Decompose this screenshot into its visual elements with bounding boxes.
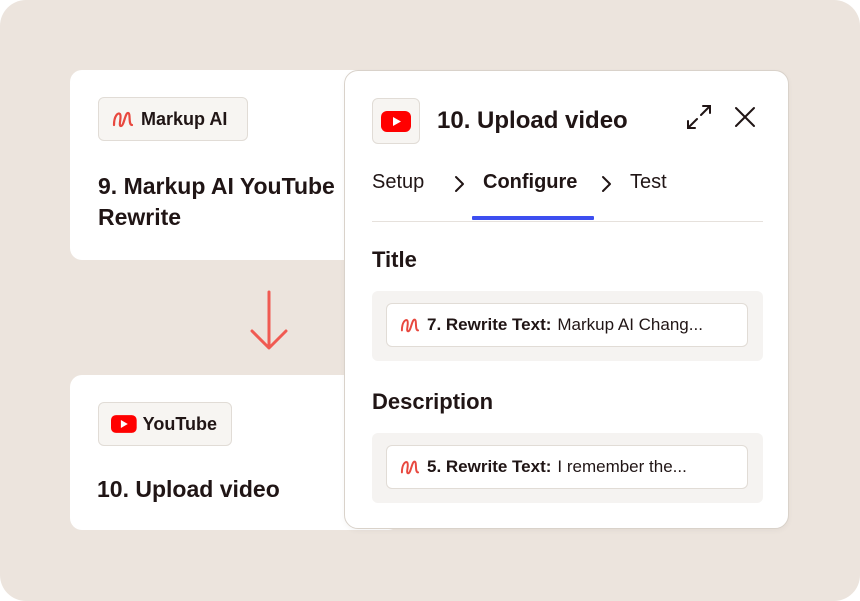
chevron-right-icon	[602, 176, 611, 192]
tab-setup[interactable]: Setup	[372, 171, 424, 194]
mapped-value-pill[interactable]: 7. Rewrite Text: Markup AI Chang...	[386, 303, 748, 347]
expand-icon	[687, 105, 711, 129]
field-description-input[interactable]: 5. Rewrite Text: I remember the...	[372, 433, 763, 503]
active-tab-indicator	[472, 216, 594, 220]
panel-title: 10. Upload video	[437, 107, 628, 134]
tab-test[interactable]: Test	[630, 171, 667, 194]
chevron-right-icon	[455, 176, 464, 192]
youtube-logo-icon	[381, 110, 411, 132]
panel-app-icon	[372, 98, 420, 144]
mapped-value-text: Markup AI Chang...	[557, 315, 703, 334]
expand-button[interactable]	[685, 103, 713, 131]
field-title-input[interactable]: 7. Rewrite Text: Markup AI Chang...	[372, 291, 763, 361]
mapped-step-ref: 5. Rewrite Text:	[427, 457, 552, 476]
app-chip-youtube: YouTube	[98, 402, 232, 446]
markup-ai-logo-icon	[400, 460, 420, 475]
close-button[interactable]	[731, 103, 759, 131]
step-title: 10. Upload video	[97, 476, 280, 502]
app-chip-label: YouTube	[142, 413, 217, 434]
step-tabs: Setup Configure Test	[372, 169, 763, 222]
close-icon	[735, 107, 755, 127]
app-chip-markup-ai: Markup AI	[98, 97, 248, 141]
step-config-panel: 10. Upload video Setup Configure Test Ti…	[344, 70, 789, 529]
field-label-description: Description	[372, 389, 494, 414]
tab-configure[interactable]: Configure	[483, 171, 577, 194]
youtube-logo-icon	[111, 415, 137, 433]
mapped-value-pill[interactable]: 5. Rewrite Text: I remember the...	[386, 445, 748, 489]
app-chip-label: Markup AI	[141, 108, 228, 129]
markup-ai-logo-icon	[400, 318, 420, 333]
mapped-value-text: I remember the...	[557, 457, 687, 476]
field-label-title: Title	[372, 247, 417, 272]
canvas-background: Markup AI 9. Markup AI YouTube Rewrite Y…	[0, 0, 860, 601]
arrow-down-icon	[250, 290, 288, 350]
mapped-step-ref: 7. Rewrite Text:	[427, 315, 552, 334]
markup-ai-logo-icon	[112, 111, 134, 128]
